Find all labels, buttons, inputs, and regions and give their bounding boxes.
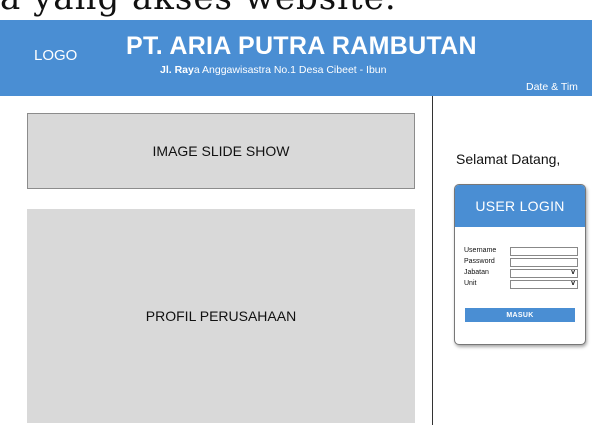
jabatan-select[interactable]: v (510, 269, 578, 278)
jabatan-label: Jabatan (464, 269, 489, 276)
chevron-down-icon: v (571, 280, 575, 287)
column-divider (432, 96, 433, 425)
unit-label: Unit (464, 280, 477, 287)
login-title: USER LOGIN (455, 185, 585, 227)
cropped-top-text-strip: a yang akses website. (0, 0, 592, 20)
logo[interactable]: LOGO (34, 47, 77, 64)
password-input[interactable] (510, 258, 578, 267)
company-address: Jl. Raya Anggawisastra No.1 Desa Cibeet … (160, 64, 386, 76)
chevron-down-icon: v (571, 269, 575, 276)
profile-label: PROFIL PERUSAHAAN (145, 308, 297, 324)
company-profile: PROFIL PERUSAHAAN (27, 209, 415, 423)
company-name: PT. ARIA PUTRA RAMBUTAN (126, 32, 477, 60)
username-input[interactable] (510, 247, 578, 256)
slideshow-label: IMAGE SLIDE SHOW (152, 143, 290, 159)
password-label: Password (464, 258, 495, 265)
image-slideshow[interactable]: IMAGE SLIDE SHOW (27, 113, 415, 189)
date-time: Date & Tim (526, 81, 578, 93)
username-label: Username (464, 247, 497, 254)
address-bold: Jl. Ray (160, 64, 194, 76)
cropped-top-text: a yang akses website. (0, 0, 397, 18)
login-button[interactable]: MASUK (465, 308, 575, 322)
address-rest: a Anggawisastra No.1 Desa Cibeet - Ibun (193, 64, 387, 76)
login-panel: USER LOGIN Username Password Jabatan v U… (454, 184, 586, 345)
unit-select[interactable]: v (510, 280, 578, 289)
site-header: LOGO PT. ARIA PUTRA RAMBUTAN Jl. Raya An… (0, 20, 592, 96)
welcome-text: Selamat Datang, (456, 151, 561, 167)
